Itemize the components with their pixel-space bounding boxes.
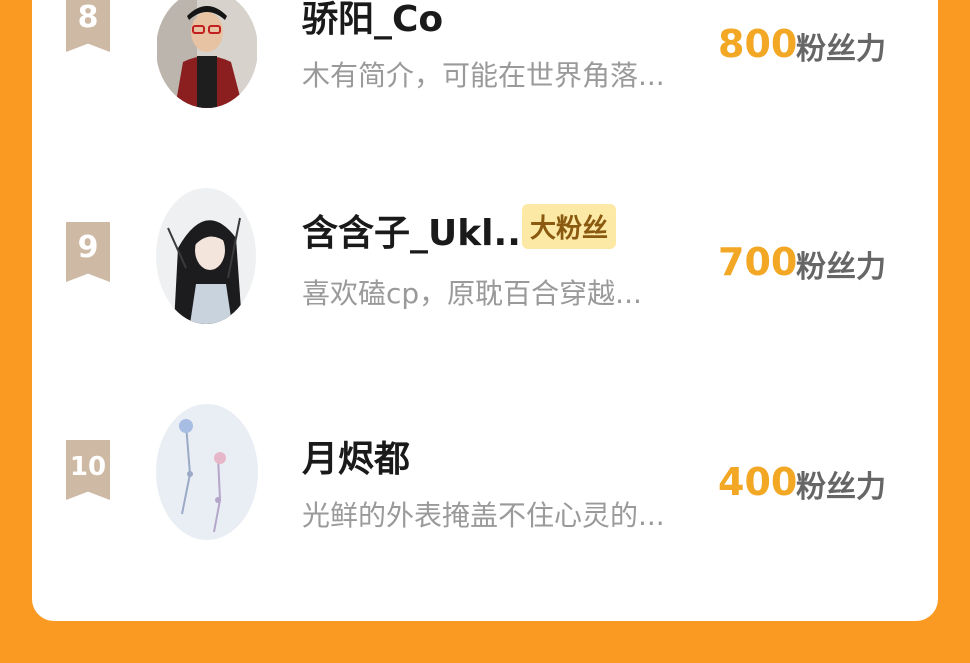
user-bio: 木有简介，可能在世界角落... bbox=[302, 59, 665, 92]
ranking-row[interactable]: 8 骄阳_Co 木有简介，可能在世界角落... 800 粉丝力 bbox=[32, 0, 938, 122]
user-name-text: 含含子_Ukl... bbox=[302, 213, 535, 254]
user-avatar[interactable] bbox=[156, 0, 258, 108]
fan-power-unit: 粉丝力 bbox=[796, 470, 886, 505]
fans-ranking-card: 8 骄阳_Co 木有简介，可能在世界角落... 800 粉丝力 9 含含子_Uk… bbox=[32, 0, 938, 621]
avatar-pastel-flowers-icon bbox=[156, 404, 258, 540]
avatar-man-cap-glasses-icon bbox=[157, 0, 257, 108]
rank-number: 8 bbox=[77, 0, 99, 35]
rank-ribbon-icon: 10 bbox=[66, 440, 110, 500]
avatar-anime-longhair-icon bbox=[156, 188, 256, 324]
fan-power-score: 400 bbox=[718, 460, 798, 504]
fan-power-unit: 粉丝力 bbox=[796, 32, 886, 67]
ranking-row[interactable]: 9 含含子_Ukl... 大粉丝 喜欢磕cp，原耽百合穿越... 700 粉丝力 bbox=[32, 182, 938, 332]
user-name[interactable]: 月烬都 bbox=[302, 430, 410, 482]
user-avatar[interactable] bbox=[156, 404, 258, 540]
fan-power-unit: 粉丝力 bbox=[796, 250, 886, 285]
ranking-row[interactable]: 10 月烬都 光鲜的外表掩盖不住心灵的... 400 粉丝力 bbox=[32, 400, 938, 550]
fan-power-score: 800 bbox=[718, 22, 798, 66]
big-fan-badge: 大粉丝 bbox=[522, 204, 617, 249]
fan-power-score: 700 bbox=[718, 240, 798, 284]
user-avatar[interactable] bbox=[156, 188, 256, 324]
user-bio: 光鲜的外表掩盖不住心灵的... bbox=[302, 499, 665, 532]
user-bio: 喜欢磕cp，原耽百合穿越... bbox=[302, 277, 642, 310]
rank-number: 10 bbox=[69, 452, 107, 482]
user-name[interactable]: 含含子_Ukl... 大粉丝 bbox=[302, 204, 617, 256]
user-name[interactable]: 骄阳_Co bbox=[302, 0, 443, 42]
rank-ribbon-icon: 8 bbox=[66, 0, 110, 52]
rank-ribbon-icon: 9 bbox=[66, 222, 110, 282]
rank-number: 9 bbox=[77, 230, 99, 265]
